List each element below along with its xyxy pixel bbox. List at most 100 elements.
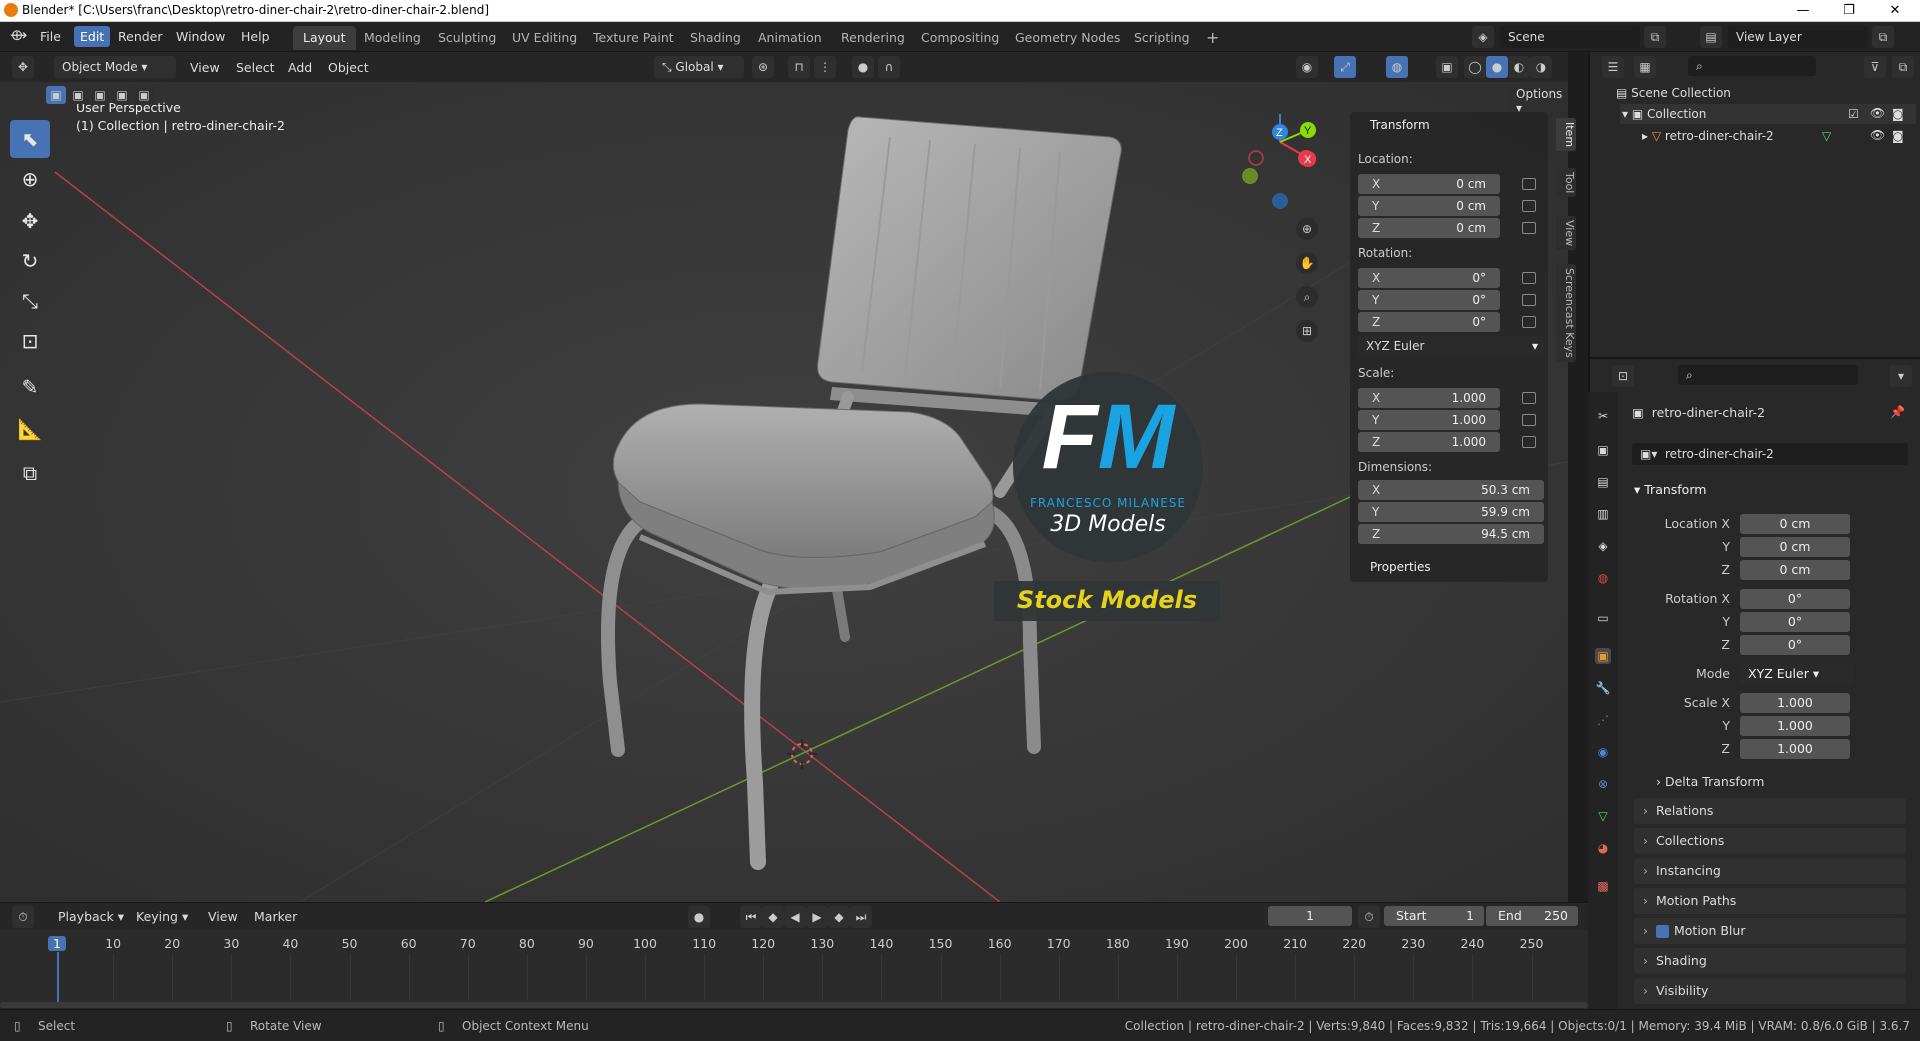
rot-z-field[interactable]: 0° [1740,635,1850,655]
menu-render[interactable]: Render [118,29,163,44]
view-layer-props-icon[interactable]: ▥ [1595,506,1611,522]
tab-animation[interactable]: Animation [748,26,832,50]
menu-timeline-view[interactable]: View [208,906,238,928]
np-location-x[interactable]: X 0 cm [1358,174,1500,194]
tab-modeling[interactable]: Modeling [354,26,431,50]
xray-icon[interactable]: ▣ [1436,56,1458,78]
outliner-search[interactable]: ⌕ [1688,56,1816,76]
display-mode-icon[interactable]: ▦ [1634,56,1656,78]
lock-icon[interactable] [1522,392,1536,404]
np-location-z[interactable]: Z 0 cm [1358,218,1500,238]
tab-rendering[interactable]: Rendering [831,26,915,50]
stopwatch-icon[interactable]: ⏱ [1358,906,1380,928]
collection-props-icon[interactable]: ▭ [1595,610,1611,626]
camera-view-icon[interactable]: ⌕ [1296,286,1318,308]
select-new-icon[interactable]: ▣ [46,86,66,104]
zoom-icon[interactable]: ⊕ [1296,218,1318,240]
select-extend-icon[interactable]: ▣ [68,86,88,104]
menu-file[interactable]: File [40,29,61,44]
tool-props-icon[interactable]: ✂ [1595,408,1611,424]
mode-selector[interactable]: Object Mode ▾ [54,56,176,78]
lock-icon[interactable] [1522,436,1536,448]
end-frame-field[interactable]: End 250 [1486,906,1578,926]
np-dimensions-y[interactable]: Y 59.9 cm [1358,502,1544,522]
cursor-tool-icon[interactable]: ⊕ [10,160,50,198]
tab-texture-paint[interactable]: Texture Paint [583,26,684,50]
collections-section[interactable]: Collections [1634,828,1906,854]
world-props-icon[interactable]: ◍ [1595,570,1611,586]
falloff-icon[interactable]: ∩ [878,56,900,78]
np-rotation-mode[interactable]: XYZ Euler ▾ [1358,336,1544,356]
np-dimensions-x[interactable]: X 50.3 cm [1358,480,1544,500]
snap-icon[interactable]: ⊓ [788,56,810,78]
data-props-icon[interactable]: ▽ [1595,808,1611,824]
delta-transform-header[interactable]: › Delta Transform [1656,774,1764,789]
props-transform-header[interactable]: ▾ Transform [1634,482,1706,497]
props-type-icon[interactable]: ⊡ [1612,365,1634,387]
orientation-selector[interactable]: ⤡ Global ▾ [654,56,744,78]
outliner-type-icon[interactable]: ☰ [1602,56,1624,78]
filter-icon[interactable]: ⊽ [1864,56,1886,78]
prev-keyframe-icon[interactable]: ◆ [762,906,784,928]
object-row[interactable]: ▸ ▽ retro-diner-chair-2 [1642,129,1774,143]
playhead[interactable] [57,952,59,1002]
menu-marker[interactable]: Marker [254,906,297,928]
vp-menu-select[interactable]: Select [236,57,275,79]
tab-geometry-nodes[interactable]: Geometry Nodes [1005,26,1130,50]
np-rotation-x[interactable]: X 0° [1358,268,1500,288]
next-keyframe-icon[interactable]: ◆ [828,906,850,928]
lock-icon[interactable] [1522,222,1536,234]
lock-icon[interactable] [1522,272,1536,284]
eye-icon[interactable]: 👁 [1870,106,1885,120]
menu-playback[interactable]: Playback ▾ [58,906,124,928]
maximize-icon[interactable]: ❐ [1826,0,1872,22]
motion-blur-checkbox[interactable] [1656,925,1669,938]
start-frame-field[interactable]: Start 1 [1384,906,1484,926]
select-intersect-icon[interactable]: ▣ [134,86,154,104]
menu-keying[interactable]: Keying ▾ [136,906,188,928]
np-transform-header[interactable]: Transform [1370,118,1430,132]
snap-target-icon[interactable]: ⋮ [814,56,836,78]
checkbox-icon[interactable]: ☑ [1848,107,1859,121]
jump-start-icon[interactable]: ⏮ [740,906,762,928]
np-scale-y[interactable]: Y 1.000 [1358,410,1500,430]
transform-tool-icon[interactable]: ⊡ [10,322,50,360]
relations-section[interactable]: Relations [1634,798,1906,824]
shading-section[interactable]: Shading [1634,948,1906,974]
lock-icon[interactable] [1522,316,1536,328]
play-icon[interactable]: ▶ [806,906,828,928]
lock-icon[interactable] [1522,414,1536,426]
texture-props-icon[interactable]: ▩ [1595,878,1611,894]
view-layer-selector[interactable]: View Layer [1728,26,1868,48]
output-props-icon[interactable]: ▤ [1595,474,1611,490]
object-name-field[interactable]: ▣▾ retro-diner-chair-2 [1632,443,1908,465]
visibility-icon[interactable]: ◉ [1296,56,1318,78]
new-collection-icon[interactable]: ⧉ [1892,56,1914,78]
overlay-toggle-icon[interactable]: ◍ [1386,56,1408,78]
add-workspace-icon[interactable]: + [1196,26,1229,50]
tab-view[interactable]: View [1556,216,1576,251]
np-rotation-z[interactable]: Z 0° [1358,312,1500,332]
object-props-icon[interactable]: ▣ [1595,648,1611,664]
tab-layout[interactable]: Layout [293,26,356,50]
np-rotation-y[interactable]: Y 0° [1358,290,1500,310]
annotate-tool-icon[interactable]: ✎ [10,368,50,406]
pin-icon[interactable]: 📌 [1890,405,1905,419]
tab-scripting[interactable]: Scripting [1124,26,1200,50]
timeline-scrollbar[interactable] [0,1002,1588,1008]
lock-icon[interactable] [1522,294,1536,306]
timeline-editor-icon[interactable]: ⏱ [12,906,34,928]
scale-x-field[interactable]: 1.000 [1740,693,1850,713]
loc-z-field[interactable]: 0 cm [1740,560,1850,580]
scene-collection-row[interactable]: ▤ Scene Collection [1616,86,1731,100]
move-tool-icon[interactable]: ✥ [10,202,50,240]
gizmo-toggle-icon[interactable]: ⤢ [1334,56,1356,78]
tab-sculpting[interactable]: Sculpting [428,26,506,50]
scale-tool-icon[interactable]: ⤡ [10,282,50,320]
physics-props-icon[interactable]: ◉ [1595,744,1611,760]
tab-tool[interactable]: Tool [1556,168,1576,198]
rot-y-field[interactable]: 0° [1740,612,1850,632]
motion-blur-section[interactable]: Motion Blur [1634,918,1906,944]
material-props-icon[interactable]: ◕ [1595,840,1611,856]
np-scale-z[interactable]: Z 1.000 [1358,432,1500,452]
